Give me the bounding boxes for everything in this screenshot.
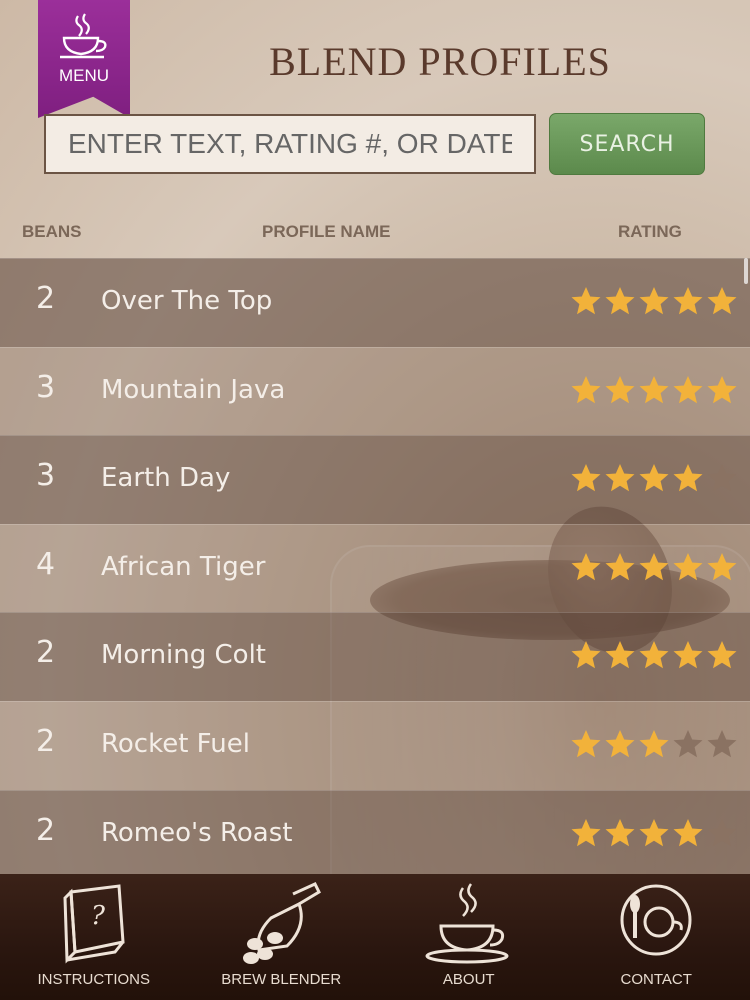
star-filled-icon bbox=[639, 375, 669, 403]
profile-rating bbox=[570, 817, 738, 849]
plate-cup-icon bbox=[620, 884, 692, 956]
star-filled-icon bbox=[639, 641, 669, 669]
star-filled-icon bbox=[605, 818, 635, 846]
profile-name: Earth Day bbox=[101, 463, 231, 494]
profile-name: Morning Colt bbox=[101, 640, 267, 671]
column-header-rating: RATING bbox=[618, 222, 682, 241]
svg-text:?: ? bbox=[91, 901, 106, 931]
star-filled-icon bbox=[639, 818, 669, 846]
tab-about-label: ABOUT bbox=[442, 971, 495, 988]
profile-name: Rocket Fuel bbox=[101, 728, 250, 759]
star-filled-icon bbox=[707, 287, 737, 315]
profile-rating bbox=[570, 551, 738, 583]
star-filled-icon bbox=[605, 375, 635, 403]
list-scrollbar[interactable] bbox=[744, 258, 748, 284]
profile-beans: 2 bbox=[36, 723, 56, 759]
profile-row[interactable]: 2 Over The Top bbox=[0, 258, 750, 347]
profile-beans: 2 bbox=[36, 635, 56, 671]
tab-contact[interactable]: CONTACT bbox=[563, 874, 750, 1000]
profile-row[interactable]: 2 Morning Colt bbox=[0, 612, 750, 701]
column-header-beans: BEANS bbox=[22, 222, 82, 241]
tab-brew-blender[interactable]: BREW BLENDER bbox=[188, 874, 376, 1000]
star-filled-icon bbox=[571, 818, 601, 846]
star-filled-icon bbox=[673, 287, 703, 315]
book-question-icon: ? bbox=[63, 884, 125, 964]
star-filled-icon bbox=[673, 375, 703, 403]
tab-instructions-label: INSTRUCTIONS bbox=[37, 971, 151, 988]
profile-beans: 3 bbox=[36, 458, 56, 494]
profile-rating bbox=[570, 374, 738, 406]
coffee-scoop-icon bbox=[243, 882, 322, 964]
star-filled-icon bbox=[639, 552, 669, 580]
bottom-tab-bar: ? INSTRUCTIONS BREW BLENDER ABOUT CONTAC… bbox=[0, 874, 750, 1000]
profile-row[interactable]: 4 African Tiger bbox=[0, 523, 750, 613]
star-filled-icon bbox=[673, 464, 703, 492]
tab-instructions[interactable]: ? INSTRUCTIONS bbox=[0, 874, 188, 1000]
profile-name: African Tiger bbox=[101, 551, 266, 582]
menu-label: MENU bbox=[58, 66, 110, 85]
star-filled-icon bbox=[639, 729, 669, 758]
profile-name: Romeo's Roast bbox=[101, 817, 293, 848]
menu-button[interactable]: MENU bbox=[38, 0, 130, 118]
star-empty-icon bbox=[673, 729, 703, 758]
steaming-cup-icon bbox=[425, 883, 509, 964]
star-empty-icon bbox=[707, 818, 737, 846]
star-filled-icon bbox=[571, 729, 601, 758]
search-button[interactable]: SEARCH bbox=[549, 113, 705, 175]
star-filled-icon bbox=[605, 729, 635, 758]
star-empty-icon bbox=[707, 729, 737, 758]
star-filled-icon bbox=[571, 287, 601, 315]
star-filled-icon bbox=[707, 641, 737, 669]
tab-contact-label: CONTACT bbox=[620, 971, 692, 988]
tab-brew-blender-label: BREW BLENDER bbox=[221, 971, 342, 988]
star-empty-icon bbox=[707, 464, 737, 492]
star-filled-icon bbox=[673, 552, 703, 580]
profile-beans: 2 bbox=[36, 812, 56, 848]
search-input[interactable] bbox=[44, 114, 536, 174]
star-filled-icon bbox=[571, 552, 601, 580]
profile-name: Mountain Java bbox=[101, 374, 286, 405]
profile-rating bbox=[570, 462, 738, 494]
profile-beans: 3 bbox=[36, 369, 56, 405]
star-filled-icon bbox=[605, 641, 635, 669]
profile-rating bbox=[570, 639, 738, 671]
star-filled-icon bbox=[707, 375, 737, 403]
star-filled-icon bbox=[605, 464, 635, 492]
profile-row[interactable]: 2 Rocket Fuel bbox=[0, 700, 750, 790]
profile-beans: 2 bbox=[36, 281, 56, 316]
star-filled-icon bbox=[605, 552, 635, 580]
star-filled-icon bbox=[673, 641, 703, 669]
star-filled-icon bbox=[707, 552, 737, 580]
profile-row[interactable]: 2 Romeo's Roast bbox=[0, 789, 750, 879]
tab-about[interactable]: ABOUT bbox=[375, 874, 563, 1000]
profile-name: Over The Top bbox=[101, 286, 273, 316]
star-filled-icon bbox=[673, 818, 703, 846]
profile-row[interactable]: 3 Earth Day bbox=[0, 435, 750, 524]
profile-row[interactable]: 3 Mountain Java bbox=[0, 346, 750, 436]
profile-list: 2 Over The Top 3 Mountain Java 3 Earth Day 4 Af… bbox=[0, 258, 750, 879]
star-filled-icon bbox=[571, 375, 601, 403]
profile-rating bbox=[570, 728, 738, 760]
profile-beans: 4 bbox=[36, 546, 56, 582]
column-header-profile-name: PROFILE NAME bbox=[262, 222, 391, 241]
page-title: BLEND PROFILES bbox=[269, 39, 611, 84]
star-filled-icon bbox=[571, 464, 601, 492]
star-filled-icon bbox=[639, 287, 669, 315]
star-filled-icon bbox=[639, 464, 669, 492]
star-filled-icon bbox=[605, 287, 635, 315]
profile-rating bbox=[570, 285, 738, 317]
coffee-cup-icon bbox=[56, 12, 112, 66]
star-filled-icon bbox=[571, 641, 601, 669]
